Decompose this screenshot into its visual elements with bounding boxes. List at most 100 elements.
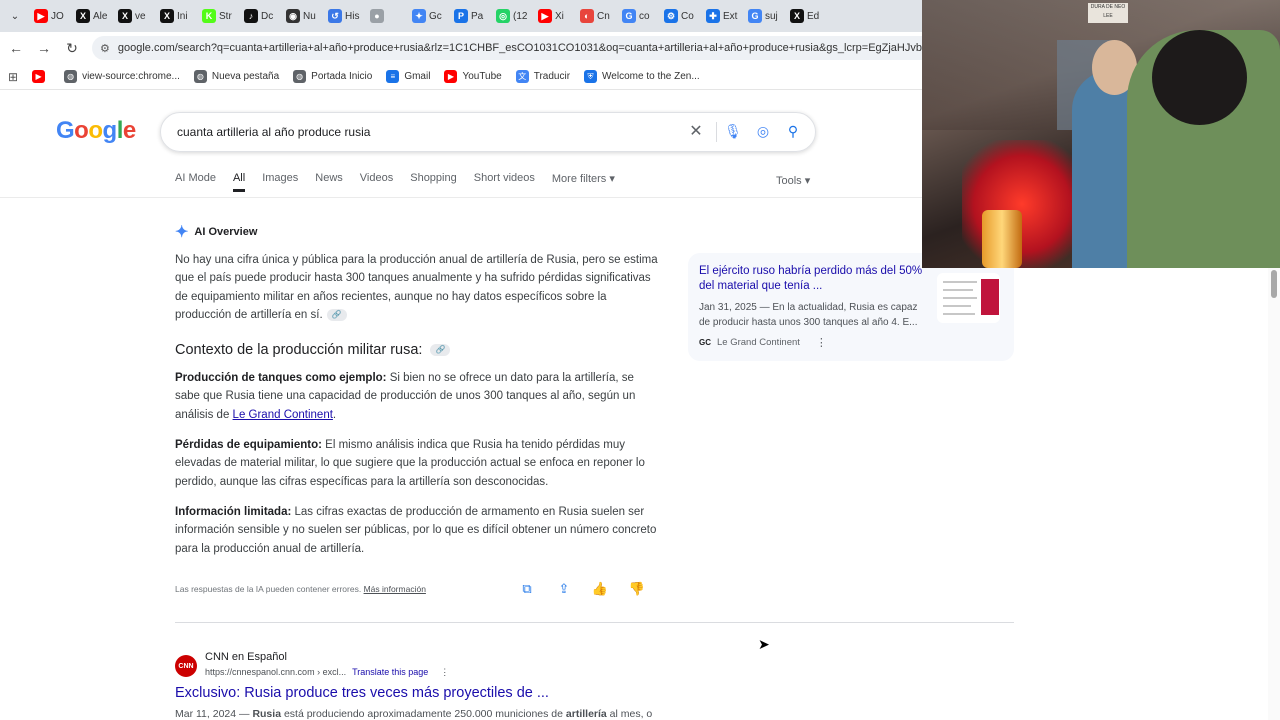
translate-link[interactable]: Translate this page bbox=[352, 667, 428, 677]
tab-news[interactable]: News bbox=[315, 172, 343, 192]
address-url: google.com/search?q=cuanta+artilleria+al… bbox=[117, 42, 946, 54]
reload-icon[interactable]: ↻ bbox=[58, 34, 86, 62]
result-date: Mar 11, 2024 — bbox=[175, 708, 253, 720]
x-icon: X bbox=[118, 9, 132, 23]
thumb-line bbox=[943, 289, 973, 291]
tools-button[interactable]: Tools ▾ bbox=[776, 174, 810, 187]
tab-images[interactable]: Images bbox=[262, 172, 298, 192]
bookmark-item[interactable]: ◍ Portada Inicio bbox=[293, 70, 372, 83]
browser-tab[interactable]: X Ale bbox=[72, 4, 114, 28]
forward-icon[interactable]: → bbox=[30, 34, 58, 62]
result-url-text[interactable]: https://cnnespanol.cnn.com › excl... bbox=[205, 667, 346, 677]
bookmark-label: Traducir bbox=[533, 71, 571, 82]
browser-tab[interactable]: Xve bbox=[114, 4, 156, 28]
tab-label: Ed bbox=[807, 10, 820, 22]
ai-point-tanks: Producción de tanques como ejemplo: Si b… bbox=[175, 369, 660, 424]
tab-label: (12 bbox=[513, 10, 528, 22]
bookmark-item[interactable]: 文 Traducir bbox=[515, 70, 571, 83]
github-icon: ◉ bbox=[286, 9, 300, 23]
more-info-link[interactable]: Más información bbox=[364, 584, 426, 594]
browser-tab[interactable]: Gco bbox=[618, 4, 660, 28]
tab-label: suj bbox=[765, 10, 778, 22]
thumbs-up-icon[interactable]: 👍 bbox=[591, 581, 609, 597]
browser-tab[interactable]: ✦ Gc bbox=[408, 4, 450, 28]
source-name: Le Grand Continent bbox=[717, 337, 800, 348]
tab-label: Ext bbox=[723, 10, 738, 22]
browser-tab[interactable]: ▶ Xi bbox=[534, 4, 576, 28]
clear-icon[interactable]: ✕ bbox=[686, 121, 706, 141]
google-logo[interactable]: Google bbox=[56, 117, 136, 145]
tab-label: Co bbox=[681, 10, 694, 22]
link-icon[interactable]: 🔗 bbox=[430, 344, 451, 357]
x-icon: X bbox=[160, 9, 174, 23]
apps-icon[interactable]: ⊞ bbox=[8, 70, 18, 84]
tab-search-icon[interactable]: ⌄ bbox=[6, 7, 24, 25]
chrome-icon: ◐ bbox=[580, 9, 594, 23]
browser-tab[interactable]: ● bbox=[366, 4, 408, 28]
history-icon: ↺ bbox=[328, 9, 342, 23]
browser-tab[interactable]: ◎ (12 bbox=[492, 4, 534, 28]
browser-tab[interactable]: ◐ Cn bbox=[576, 4, 618, 28]
result-site-name[interactable]: CNN en Español bbox=[205, 651, 287, 663]
search-box[interactable]: cuanta artilleria al año produce rusia ✕… bbox=[160, 112, 816, 152]
bookmark-item[interactable]: ◍ view-source:chrome... bbox=[64, 70, 180, 83]
google-icon: G bbox=[622, 9, 636, 23]
bookmark-item[interactable]: ⛨ Welcome to the Zen... bbox=[584, 70, 700, 83]
browser-tab[interactable]: ▶ JO bbox=[30, 4, 72, 28]
tab-ai-mode[interactable]: AI Mode bbox=[175, 172, 216, 192]
ai-source-card[interactable]: El ejército ruso habría perdido más del … bbox=[688, 253, 1014, 361]
tab-label: Dc bbox=[261, 10, 274, 22]
thumb-line bbox=[943, 313, 975, 315]
browser-tab[interactable]: ♪ Dc bbox=[240, 4, 282, 28]
tab-all[interactable]: All bbox=[232, 172, 246, 192]
browser-tab[interactable]: K Str bbox=[198, 4, 240, 28]
kick-icon: K bbox=[202, 9, 216, 23]
youtube-icon: ▶ bbox=[32, 70, 46, 83]
lens-icon[interactable]: ◎ bbox=[753, 123, 773, 140]
share-icon[interactable]: ⇪ bbox=[555, 581, 573, 597]
search-icon[interactable]: ⚲ bbox=[783, 123, 803, 140]
tab-short-videos[interactable]: Short videos bbox=[474, 172, 535, 192]
bookmark-item[interactable]: ▶ YouTube bbox=[444, 70, 502, 83]
mouse-cursor-icon: ➤ bbox=[758, 636, 770, 652]
thumbs-down-icon[interactable]: 👎 bbox=[628, 581, 646, 597]
result-more-icon[interactable]: ⋮ bbox=[440, 667, 449, 677]
search-input[interactable]: cuanta artilleria al año produce rusia bbox=[177, 125, 370, 139]
tab-shopping[interactable]: Shopping bbox=[410, 172, 457, 192]
bookmark-label: Gmail bbox=[404, 71, 431, 82]
site-settings-icon[interactable]: ⚙ bbox=[100, 42, 110, 55]
scrollbar-thumb[interactable] bbox=[1271, 270, 1277, 298]
browser-tab[interactable]: ⚙ Co bbox=[660, 4, 702, 28]
back-icon[interactable]: ← bbox=[2, 34, 30, 62]
browser-tab[interactable]: ✚ Ext bbox=[702, 4, 744, 28]
bookmark-item[interactable]: ≡ Gmail bbox=[386, 70, 430, 83]
tab-more-filters[interactable]: More filters ▾ bbox=[552, 172, 615, 192]
ai-overview-intro: No hay una cifra única y pública para la… bbox=[175, 251, 660, 325]
tab-label: Xi bbox=[555, 10, 564, 22]
browser-tab[interactable]: P Pa bbox=[450, 4, 492, 28]
source-card-title[interactable]: El ejército ruso habría perdido más del … bbox=[699, 264, 924, 294]
microphone-icon[interactable]: 🎙 bbox=[723, 123, 743, 140]
source-card-snippet: Jan 31, 2025 — En la actualidad, Rusia e… bbox=[699, 302, 918, 328]
bookmark-label: Nueva pestaña bbox=[211, 71, 280, 82]
copy-icon[interactable]: ⧉ bbox=[518, 581, 536, 597]
bookmark-label: YouTube bbox=[462, 71, 502, 82]
tab-videos[interactable]: Videos bbox=[360, 172, 393, 192]
youtube-icon: ▶ bbox=[444, 70, 458, 83]
browser-tab[interactable]: ◉ Nu bbox=[282, 4, 324, 28]
browser-tab[interactable]: X Ed bbox=[786, 4, 828, 28]
more-options-icon[interactable]: ⋮ bbox=[816, 336, 827, 349]
bookmark-item[interactable]: ◍ Nueva pestaña bbox=[193, 70, 280, 83]
bookmark-item[interactable]: ▶ bbox=[32, 70, 50, 83]
browser-tab[interactable]: X Ini bbox=[156, 4, 198, 28]
result-title[interactable]: Exclusivo: Rusia produce tres veces más … bbox=[175, 685, 549, 701]
browser-tab[interactable]: ↺ His bbox=[324, 4, 366, 28]
scrollbar-track[interactable] bbox=[1268, 268, 1280, 720]
le-grand-continent-link[interactable]: Le Grand Continent bbox=[233, 409, 333, 421]
ai-point-end: . bbox=[332, 408, 337, 421]
link-icon[interactable]: 🔗 bbox=[326, 309, 347, 322]
browser-tab[interactable]: Gsuj bbox=[744, 4, 786, 28]
tab-label: Ale bbox=[93, 10, 108, 22]
puzzle-icon: ✚ bbox=[706, 9, 720, 23]
tab-label: Str bbox=[219, 10, 232, 22]
